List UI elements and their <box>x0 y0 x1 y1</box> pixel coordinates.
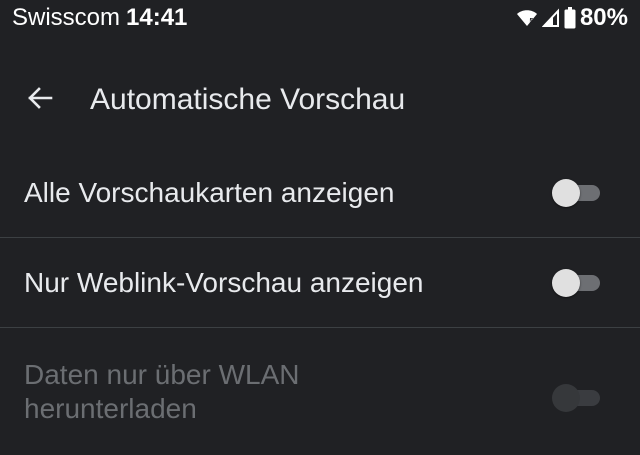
status-left: Swisscom 14:41 <box>12 4 187 32</box>
setting-weblink-preview-only[interactable]: Nur Weblink-Vorschau anzeigen <box>0 238 640 328</box>
app-bar: Automatische Vorschau <box>0 64 640 136</box>
setting-download-wlan-only: Daten nur über WLAN herunterladen <box>0 328 640 448</box>
toggle-thumb <box>552 179 580 207</box>
setting-label: Nur Weblink-Vorschau anzeigen <box>24 267 424 298</box>
status-right: 5 80% <box>516 4 628 32</box>
wifi-icon: 5 <box>516 8 538 28</box>
carrier-name: Swisscom <box>12 4 121 31</box>
setting-label: Daten nur über WLAN herunterladen <box>24 359 300 424</box>
toggle-thumb <box>552 384 580 412</box>
battery-percent: 80% <box>579 4 628 31</box>
svg-text:5: 5 <box>529 18 533 25</box>
cell-signal-icon <box>541 8 560 28</box>
screen: Swisscom 14:41 5 80% Automatische Vorsch… <box>0 0 640 455</box>
page-title: Automatische Vorschau <box>90 83 406 116</box>
settings-list: Alle Vorschaukarten anzeigen Nur Weblink… <box>0 148 640 448</box>
setting-label: Alle Vorschaukarten anzeigen <box>24 177 395 208</box>
toggle-switch[interactable] <box>552 269 600 297</box>
toggle-thumb <box>552 269 580 297</box>
battery-icon <box>564 7 576 29</box>
toggle-switch <box>552 384 600 412</box>
toggle-switch[interactable] <box>552 179 600 207</box>
back-button[interactable] <box>20 82 60 118</box>
status-clock: 14:41 <box>126 4 188 31</box>
setting-show-all-preview-cards[interactable]: Alle Vorschaukarten anzeigen <box>0 148 640 238</box>
arrow-back-icon <box>26 84 54 117</box>
status-bar: Swisscom 14:41 5 80% <box>0 0 640 36</box>
